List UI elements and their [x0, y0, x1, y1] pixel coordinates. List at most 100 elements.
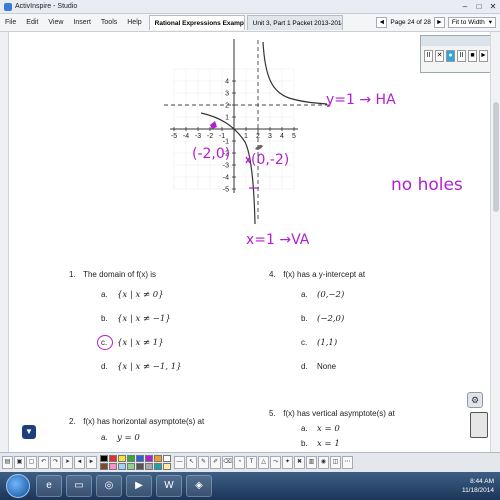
spotlight-icon[interactable]: ◉	[318, 456, 329, 469]
trash-can-icon[interactable]	[470, 412, 488, 438]
pause-icon-button[interactable]: II	[457, 50, 466, 62]
color-light-green[interactable]	[127, 463, 135, 470]
menu-edit[interactable]: Edit	[21, 19, 43, 26]
no-holes-annotation: no holes	[391, 175, 463, 195]
flipchart-canvas[interactable]: -5 -4 -3 -2 -1 1 2 3 4 5 4 3 2 1 -1 -2 -3 -4 -5 y=1 → HA (…	[9, 32, 490, 452]
page-nav-icon[interactable]: ▼	[22, 425, 36, 439]
next-icon[interactable]: ►	[86, 456, 97, 469]
side-toolbox-button[interactable]: ⚙	[467, 392, 483, 408]
menu-view[interactable]: View	[43, 19, 68, 26]
new-page-icon[interactable]: ▢	[26, 456, 37, 469]
main-menu-icon[interactable]: ▤	[2, 456, 13, 469]
x-tick-label: 4	[280, 133, 284, 140]
color-purple[interactable]	[145, 455, 153, 462]
color-brown[interactable]	[100, 463, 108, 470]
text-icon[interactable]: T	[246, 456, 257, 469]
question-text: f(x) has a y-intercept at	[283, 270, 366, 279]
cancel-record-button[interactable]: ✕	[435, 50, 444, 62]
left-panel-edge[interactable]	[0, 32, 9, 452]
color-cream[interactable]	[163, 463, 171, 470]
answer-circle-mark	[97, 335, 113, 350]
color-black[interactable]	[100, 455, 108, 462]
color-orange[interactable]	[154, 455, 162, 462]
option-text: {x | x ≠ 1}	[117, 338, 164, 348]
media-player-icon[interactable]: ▶	[126, 475, 152, 497]
menu-help[interactable]: Help	[122, 19, 146, 26]
color-white[interactable]	[163, 455, 171, 462]
connector-icon[interactable]: ⤳	[270, 456, 281, 469]
word-icon[interactable]: W	[156, 475, 182, 497]
color-yellow[interactable]	[118, 455, 126, 462]
tab-unit3-packet[interactable]: Unit 3, Part 1 Packet 2013-2014*	[246, 15, 343, 30]
tab-rational-expressions[interactable]: Rational Expressions Example	[148, 15, 245, 30]
menu-file[interactable]: File	[0, 19, 21, 26]
redo-icon[interactable]: ↷	[50, 456, 61, 469]
next-page-button[interactable]: ►	[433, 17, 445, 28]
color-green[interactable]	[127, 455, 135, 462]
option-text: (0,−2)	[317, 290, 345, 300]
shape-icon[interactable]: △	[258, 456, 269, 469]
pointer-icon[interactable]: ➤	[62, 456, 73, 469]
clock-time: 8:44 AM	[470, 478, 494, 485]
zoom-select[interactable]: Fit to Width ▾	[447, 17, 496, 28]
select-icon[interactable]: ↖	[186, 456, 197, 469]
color-blue[interactable]	[136, 455, 144, 462]
recorder-title-bar[interactable]	[421, 36, 491, 46]
q1-option-b: b. {x | x ≠ −1}	[101, 314, 171, 324]
clear-icon[interactable]: ✖	[294, 456, 305, 469]
question-1: 1. The domain of f(x) is	[69, 270, 156, 279]
y-tick-label: 3	[225, 91, 229, 98]
ha-annotation: y=1 → HA	[326, 92, 396, 108]
minimize-button[interactable]: –	[458, 2, 472, 11]
title-bar: ActivInspire - Studio – □ ✕	[0, 0, 500, 14]
scrollbar-thumb[interactable]	[493, 102, 499, 212]
option-text: (−2,0)	[317, 314, 345, 324]
file-explorer-icon[interactable]: ▭	[66, 475, 92, 497]
fill-icon[interactable]: ◔	[234, 456, 245, 469]
q2-option-a: a. y = 0	[101, 433, 140, 443]
record-button[interactable]: ●	[446, 50, 455, 62]
close-button[interactable]: ✕	[486, 2, 500, 11]
stop-button[interactable]: ■	[468, 50, 477, 62]
reveal-icon[interactable]: ▥	[306, 456, 317, 469]
start-button[interactable]	[6, 474, 30, 498]
windows-taskbar: e ▭ ◎ ▶ W ◈ 8:44 AM 11/18/2014	[0, 472, 500, 500]
prev-page-button[interactable]: ◄	[376, 17, 388, 28]
maximize-button[interactable]: □	[472, 2, 486, 11]
internet-explorer-icon[interactable]: e	[36, 475, 62, 497]
line-width-icon[interactable]: —	[174, 456, 185, 469]
play-button[interactable]: ►	[479, 50, 488, 62]
extra-tools-icon[interactable]: ⋯	[342, 456, 353, 469]
highlighter-icon[interactable]: ✐	[210, 456, 221, 469]
q5-option-a: a. x = 0	[301, 424, 340, 434]
color-pink[interactable]	[109, 463, 117, 470]
chrome-icon[interactable]: ◎	[96, 475, 122, 497]
app-icon	[4, 2, 12, 11]
eraser-icon[interactable]: ⌫	[222, 456, 233, 469]
color-gray[interactable]	[136, 463, 144, 470]
color-light-blue[interactable]	[118, 463, 126, 470]
clock-date: 11/18/2014	[461, 487, 494, 494]
option-text: (1,1)	[317, 338, 338, 348]
option-letter: a.	[101, 290, 108, 299]
camera-icon[interactable]: ◫	[330, 456, 341, 469]
chevron-down-icon: ▾	[488, 19, 492, 26]
browser-icon[interactable]: ▣	[14, 456, 25, 469]
color-palette	[100, 455, 171, 470]
color-red[interactable]	[109, 455, 117, 462]
activinspire-taskbar-icon[interactable]: ◈	[186, 475, 212, 497]
menu-insert[interactable]: Insert	[68, 19, 96, 26]
recorder-widget[interactable]: II ✕ ● II ■ ►	[420, 35, 492, 73]
menu-tools[interactable]: Tools	[96, 19, 122, 26]
prev-icon[interactable]: ◄	[74, 456, 85, 469]
undo-icon[interactable]: ↶	[38, 456, 49, 469]
pen-icon[interactable]: ✎	[198, 456, 209, 469]
y-tick-label: -4	[223, 175, 229, 182]
system-clock[interactable]: 8:44 AM 11/18/2014	[462, 477, 500, 495]
vertical-scrollbar[interactable]	[490, 32, 500, 452]
color-light-gray[interactable]	[145, 463, 153, 470]
pause-button[interactable]: II	[424, 50, 433, 62]
y-tick-label: 2	[225, 103, 229, 110]
magic-ink-icon[interactable]: ✦	[282, 456, 293, 469]
color-teal[interactable]	[154, 463, 162, 470]
